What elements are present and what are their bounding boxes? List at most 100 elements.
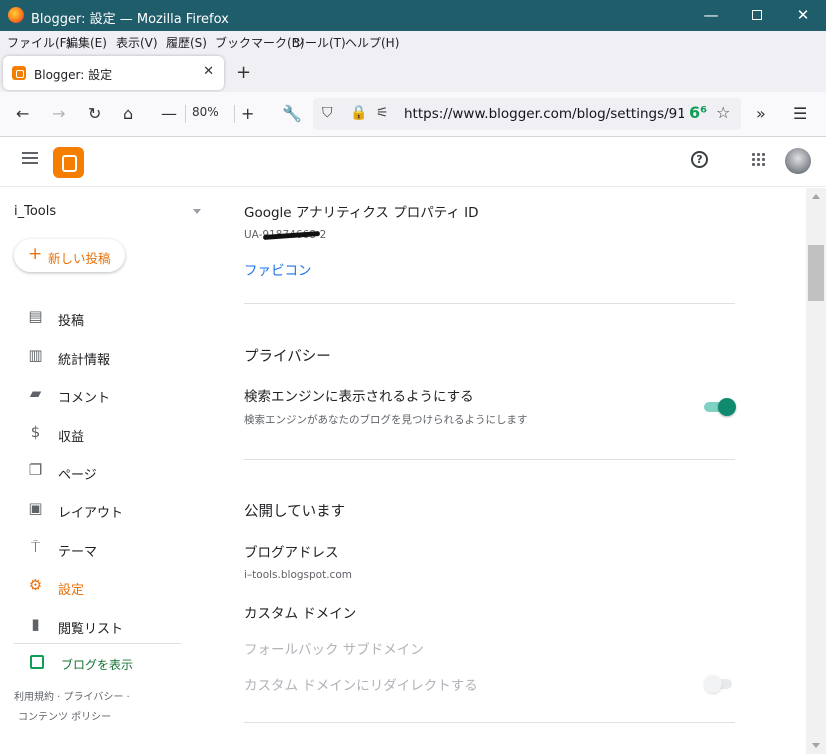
blog-address-title[interactable]: ブログアドレス (244, 541, 339, 561)
search-visibility-description: 検索エンジンがあなたのブログを見つけられるようにします (244, 414, 528, 426)
settings-content: Google アナリティクス プロパティ ID UA-91874668-2 ファ… (226, 188, 806, 754)
sidebar-item-settings[interactable]: ⚙ 設定 (0, 570, 226, 604)
wrench-icon[interactable]: 🔧 (282, 104, 302, 123)
footer-line-content-policy[interactable]: コンテンツ ポリシー (14, 708, 130, 728)
redirect-custom-domain-toggle[interactable] (704, 675, 734, 693)
blog-address-value: i–tools.blogspot.com (244, 569, 352, 581)
reload-icon[interactable]: ↻ (88, 104, 101, 123)
sidebar-item-label: 閲覧リスト (58, 622, 124, 637)
sidebar: i_Tools + 新しい投稿 ▤ 投稿 ▥ 統計情報 ▰ コメント $ 収益 … (0, 188, 226, 754)
window-title: Blogger: 設定 — Mozilla Firefox (31, 12, 229, 27)
extension-badge[interactable]: 6⁶ (689, 103, 707, 122)
footer-line-terms[interactable]: 利用規約 · プライバシー · (14, 688, 130, 708)
sidebar-item-label: 投稿 (58, 314, 85, 329)
blogger-logo-icon[interactable] (53, 147, 84, 178)
sidebar-item-label: レイアウト (58, 506, 124, 521)
shield-icon[interactable]: ⛉ (322, 105, 333, 121)
fallback-subdomain-title: フォールバック サブドメイン (244, 642, 424, 658)
zoom-out-button[interactable]: — (161, 104, 177, 123)
tab-strip: Blogger: 設定 ✕ + (0, 52, 826, 92)
zoom-in-button[interactable]: + (241, 104, 254, 123)
new-tab-button[interactable]: + (236, 62, 251, 83)
chevron-down-icon[interactable] (193, 209, 201, 214)
menu-bookmarks[interactable]: ブックマーク(B) (215, 34, 305, 51)
blog-selector[interactable]: i_Tools (14, 204, 56, 219)
reading-list-icon: ▮ (31, 615, 40, 633)
publishing-section-heading: 公開しています (244, 504, 346, 520)
zoom-level[interactable]: 80% (192, 105, 219, 119)
sidebar-item-comments[interactable]: ▰ コメント (0, 378, 226, 412)
sidebar-item-theme[interactable]: ⍑ テーマ (0, 532, 226, 566)
apps-grid-icon[interactable] (752, 153, 766, 167)
maximize-icon (752, 10, 762, 20)
menu-edit[interactable]: 編集(E) (66, 34, 107, 51)
bookmark-star-icon[interactable]: ☆ (716, 103, 730, 122)
avatar[interactable] (785, 148, 811, 174)
privacy-section-heading: プライバシー (244, 349, 331, 365)
home-icon[interactable]: ⌂ (123, 104, 133, 123)
scroll-up-icon[interactable] (812, 194, 820, 199)
sidebar-divider (14, 643, 181, 644)
new-post-label: 新しい投稿 (48, 251, 111, 266)
pages-icon: ❐ (28, 461, 43, 479)
overflow-chevron-icon[interactable]: » (756, 104, 766, 123)
help-icon[interactable]: ? (691, 151, 708, 168)
scroll-down-icon[interactable] (812, 743, 820, 748)
minimize-button[interactable]: — (688, 0, 734, 31)
lock-icon[interactable]: 🔒 (350, 105, 367, 121)
view-blog-link[interactable]: ブログを表示 (0, 653, 226, 675)
favicon-link[interactable]: ファビコン (244, 259, 312, 279)
sidebar-item-posts[interactable]: ▤ 投稿 (0, 301, 226, 335)
open-external-icon (30, 655, 44, 669)
posts-icon: ▤ (28, 307, 43, 325)
plus-icon: + (28, 244, 43, 264)
earnings-icon: $ (30, 423, 41, 441)
layout-icon: ▣ (28, 499, 43, 517)
navigation-toolbar: ← → ↻ ⌂ — 80% + 🔧 ⛉ 🔒 ⚟ https://www.blog… (0, 92, 826, 137)
theme-icon: ⍑ (30, 538, 40, 556)
search-visibility-toggle[interactable] (704, 398, 736, 416)
tab-blogger-settings[interactable]: Blogger: 設定 ✕ (3, 56, 224, 90)
menu-tools[interactable]: ツール(T) (293, 34, 346, 51)
sidebar-item-earnings[interactable]: $ 収益 (0, 417, 226, 451)
menu-bar: ファイル(F) 編集(E) 表示(V) 履歴(S) ブックマーク(B) ツール(… (0, 31, 826, 52)
toggle-thumb (718, 398, 736, 416)
scroll-thumb[interactable] (808, 245, 824, 301)
forward-icon[interactable]: → (52, 104, 65, 123)
toolbar-separator (185, 105, 186, 123)
comments-icon: ▰ (29, 384, 42, 402)
new-post-button[interactable]: + 新しい投稿 (14, 239, 125, 272)
app-menu-icon[interactable]: ☰ (793, 104, 807, 123)
back-icon[interactable]: ← (16, 104, 29, 123)
menu-history[interactable]: 履歴(S) (166, 34, 207, 51)
tab-close-icon[interactable]: ✕ (203, 64, 214, 79)
url-text[interactable]: https://www.blogger.com/blog/settings/91… (404, 106, 684, 122)
sidebar-item-label: コメント (58, 391, 111, 406)
sidebar-item-reading-list[interactable]: ▮ 閲覧リスト (0, 609, 226, 643)
permissions-icon[interactable]: ⚟ (376, 105, 389, 121)
sidebar-item-layout[interactable]: ▣ レイアウト (0, 493, 226, 527)
close-window-button[interactable]: ✕ (780, 0, 826, 31)
section-divider (244, 459, 735, 460)
search-visibility-title: 検索エンジンに表示されるようにする (244, 389, 474, 405)
tab-title: Blogger: 設定 (34, 68, 113, 82)
custom-domain-title[interactable]: カスタム ドメイン (244, 602, 356, 622)
blogger-favicon-icon (12, 66, 26, 80)
hamburger-menu-icon[interactable] (22, 152, 38, 164)
menu-file[interactable]: ファイル(F) (7, 34, 71, 51)
sidebar-item-pages[interactable]: ❐ ページ (0, 455, 226, 489)
sidebar-item-label: テーマ (58, 545, 98, 560)
analytics-title[interactable]: Google アナリティクス プロパティ ID (244, 201, 479, 221)
settings-icon: ⚙ (28, 576, 43, 594)
url-bar[interactable]: ⛉ 🔒 ⚟ https://www.blogger.com/blog/setti… (313, 98, 741, 130)
menu-view[interactable]: 表示(V) (116, 34, 158, 51)
sidebar-item-stats[interactable]: ▥ 統計情報 (0, 340, 226, 374)
redirect-custom-domain-title: カスタム ドメインにリダイレクトする (244, 678, 478, 694)
toolbar-separator (234, 105, 235, 123)
stats-icon: ▥ (28, 346, 43, 364)
page-scrollbar[interactable] (806, 188, 826, 754)
toggle-thumb (704, 675, 722, 693)
menu-help[interactable]: ヘルプ(H) (345, 34, 399, 51)
sidebar-item-label: 統計情報 (58, 353, 111, 368)
maximize-button[interactable] (734, 0, 780, 31)
